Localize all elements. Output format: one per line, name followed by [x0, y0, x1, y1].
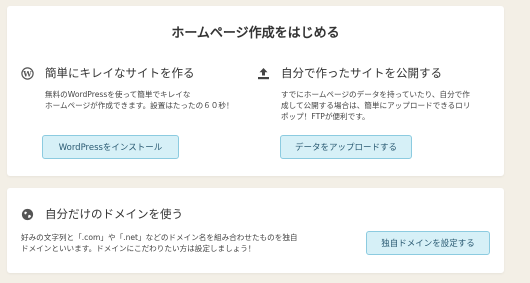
domain-heading-row: 自分だけのドメインを使う [21, 207, 183, 221]
upload-desc-line-1: すでにホームページのデータを持っていたり、自分で作 [281, 90, 470, 99]
upload-heading: 自分で作ったサイトを公開する [281, 66, 442, 80]
domain-heading: 自分だけのドメインを使う [45, 207, 183, 221]
wordpress-icon: W [21, 66, 34, 80]
domain-desc-line-2: ドメインといいます。ドメインにこだわりたい方は設定しましょう！ [21, 244, 256, 253]
upload-data-button[interactable]: データをアップロードする [280, 135, 412, 159]
domain-desc-line-1: 好みの文字列と「.com」や「.net」などのドメイン名を組み合わせたものを独自 [21, 233, 298, 242]
upload-desc-line-3: ポップ！FTPが便利です。 [281, 112, 370, 121]
upload-icon [257, 67, 270, 80]
wordpress-description: 無料のWordPressを使って簡単でキレイな ホームページが作成できます。設置… [45, 89, 251, 111]
wordpress-heading-row: W 簡単にキレイなサイトを作る [21, 66, 251, 80]
card-title: ホームページ作成をはじめる [171, 26, 340, 41]
wordpress-desc-line-1: 無料のWordPressを使って簡単でキレイな [45, 90, 191, 99]
wordpress-desc-line-2: ホームページが作成できます。設置はたったの６０秒！ [45, 101, 234, 110]
upload-description: すでにホームページのデータを持っていたり、自分で作 成して公開する場合は、簡単に… [281, 89, 497, 122]
wordpress-section: W 簡単にキレイなサイトを作る 無料のWordPressを使って簡単でキレイな … [21, 66, 251, 111]
domain-card: 自分だけのドメインを使う 好みの文字列と「.com」や「.net」などのドメイン… [7, 188, 504, 273]
globe-icon [21, 208, 34, 221]
start-homepage-card: ホームページ作成をはじめる W 簡単にキレイなサイトを作る 無料のWordPre… [7, 6, 504, 176]
upload-section: 自分で作ったサイトを公開する すでにホームページのデータを持っていたり、自分で作… [257, 66, 497, 122]
svg-text:W: W [22, 69, 32, 78]
set-custom-domain-button[interactable]: 独自ドメインを設定する [366, 231, 490, 255]
wordpress-heading: 簡単にキレイなサイトを作る [45, 66, 195, 80]
domain-description: 好みの文字列と「.com」や「.net」などのドメイン名を組み合わせたものを独自… [21, 232, 351, 254]
install-wordpress-button[interactable]: WordPressをインストール [42, 135, 179, 159]
upload-desc-line-2: 成して公開する場合は、簡単にアップロードできるロリ [281, 101, 471, 110]
upload-heading-row: 自分で作ったサイトを公開する [257, 66, 497, 80]
